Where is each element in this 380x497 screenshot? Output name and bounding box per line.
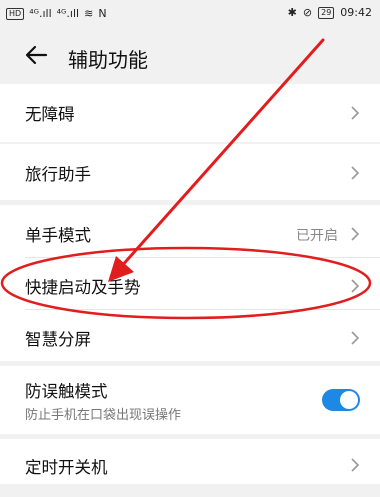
list-item-accessibility[interactable]: 无障碍 bbox=[0, 84, 380, 142]
signal-icon: ⁴ᴳ.ıll bbox=[56, 7, 80, 20]
back-arrow-icon[interactable] bbox=[22, 40, 52, 70]
chevron-right-icon bbox=[351, 166, 360, 180]
list-item-label: 旅行助手 bbox=[25, 165, 91, 184]
list-item-split-screen[interactable]: 智慧分屏 bbox=[0, 309, 380, 367]
list-item-label: 定时开关机 bbox=[25, 458, 108, 477]
list-item-label: 无障碍 bbox=[25, 105, 75, 124]
bluetooth-icon: ✱ bbox=[287, 6, 297, 19]
list-item-label: 单手模式 bbox=[25, 226, 91, 245]
mistouch-toggle[interactable] bbox=[322, 389, 360, 411]
settings-group: 单手模式 已开启 快捷启动及手势 智慧分屏 bbox=[0, 205, 380, 361]
chevron-right-icon bbox=[351, 458, 360, 472]
chevron-right-icon bbox=[351, 331, 360, 345]
settings-group: 定时开关机 bbox=[0, 439, 380, 484]
nfc-icon: N bbox=[98, 7, 107, 20]
mute-icon: ⊘ bbox=[302, 6, 313, 19]
page-title: 辅助功能 bbox=[68, 48, 148, 72]
battery-icon: 29 bbox=[318, 6, 335, 19]
list-item-timer[interactable]: 定时开关机 bbox=[0, 439, 380, 497]
signal-icon: ⁴ᴳ.ıll bbox=[29, 7, 52, 20]
hd-badge: HD bbox=[6, 7, 25, 20]
settings-group: 旅行助手 bbox=[0, 144, 380, 200]
list-item-label: 快捷启动及手势 bbox=[25, 278, 141, 297]
list-item-mistouch: 防误触模式 防止手机在口袋出现误操作 bbox=[0, 366, 380, 434]
list-item-label: 智慧分屏 bbox=[25, 330, 91, 349]
list-item-description: 防止手机在口袋出现误操作 bbox=[25, 408, 182, 423]
settings-group: 防误触模式 防止手机在口袋出现误操作 bbox=[0, 366, 380, 434]
app-header: 辅助功能 bbox=[0, 26, 380, 86]
list-item-one-hand[interactable]: 单手模式 已开启 bbox=[0, 205, 380, 263]
chevron-right-icon bbox=[351, 227, 360, 241]
toggle-knob bbox=[340, 391, 358, 409]
wifi-icon: ≋ bbox=[84, 7, 94, 20]
list-item-label: 防误触模式 bbox=[25, 382, 108, 401]
status-bar: HD ⁴ᴳ.ıll ⁴ᴳ.ıll ≋ N ✱ ⊘ 29 09:42 bbox=[0, 0, 380, 26]
list-item-travel[interactable]: 旅行助手 bbox=[0, 144, 380, 202]
list-item-shortcuts[interactable]: 快捷启动及手势 bbox=[0, 257, 380, 315]
status-value: 已开启 bbox=[296, 228, 338, 244]
chevron-right-icon bbox=[351, 106, 360, 120]
status-time: 09:42 bbox=[340, 6, 372, 19]
settings-group: 无障碍 bbox=[0, 84, 380, 142]
chevron-right-icon bbox=[351, 279, 360, 293]
